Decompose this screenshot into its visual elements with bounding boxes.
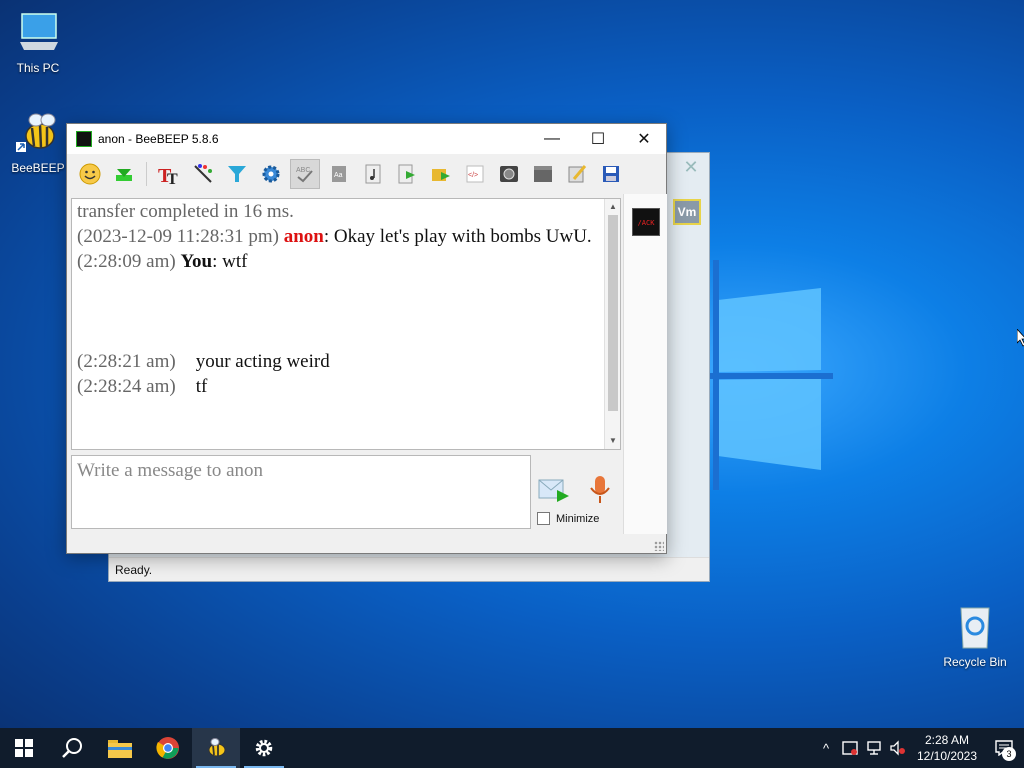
- sender-name: anon: [283, 226, 324, 247]
- dictionary-icon[interactable]: Aa: [324, 159, 354, 189]
- close-icon[interactable]: ✕: [679, 157, 703, 181]
- maximize-button[interactable]: ☐: [575, 124, 621, 154]
- message-text: : wtf: [212, 251, 248, 272]
- desktop-icon-recycle-bin[interactable]: Recycle Bin: [937, 602, 1013, 669]
- desktop-icon-this-pc[interactable]: This PC: [0, 8, 76, 75]
- taskbar: ^ 2:28 AM 12/10/2023 3: [0, 728, 1024, 768]
- svg-text:T: T: [167, 171, 178, 186]
- filter-icon[interactable]: [222, 159, 252, 189]
- mouse-cursor-icon: [1017, 329, 1024, 347]
- share-file-icon[interactable]: [392, 159, 422, 189]
- clock-time: 2:28 AM: [924, 733, 970, 747]
- message-input[interactable]: Write a message to anon: [71, 455, 531, 529]
- sender-name: You: [180, 251, 213, 272]
- svg-text:Aa: Aa: [334, 172, 343, 179]
- gear-icon: [255, 739, 273, 757]
- app-icon: [76, 131, 92, 147]
- chat-content: transfer completed in 16 ms. (2023-12-09…: [72, 199, 620, 399]
- close-button[interactable]: ✕: [621, 124, 667, 154]
- chevron-up-icon[interactable]: ^: [814, 728, 838, 768]
- chat-scrollbar[interactable]: ▲ ▼: [604, 199, 620, 449]
- notification-count-badge: 3: [1002, 747, 1016, 761]
- scroll-up-icon[interactable]: ▲: [605, 199, 620, 215]
- system-message: transfer completed in 16 ms.: [77, 201, 294, 222]
- search-button[interactable]: [48, 728, 96, 768]
- desktop-icon-label: Recycle Bin: [943, 655, 1007, 669]
- timestamp: (2:28:09 am): [77, 251, 176, 272]
- save-chat-icon[interactable]: [596, 159, 626, 189]
- windows-start-icon: [15, 739, 33, 757]
- chat-window[interactable]: anon - BeeBEEP 5.8.6 — ☐ ✕ TT ABC Aa </>…: [66, 123, 667, 554]
- vm-badge[interactable]: Vm: [673, 199, 701, 225]
- network-icon[interactable]: [862, 728, 886, 768]
- chat-history[interactable]: transfer completed in 16 ms. (2023-12-09…: [71, 198, 621, 450]
- taskbar-chrome[interactable]: [144, 728, 192, 768]
- taskbar-file-explorer[interactable]: [96, 728, 144, 768]
- chat-spacer: [77, 274, 610, 349]
- taskbar-clock[interactable]: 2:28 AM 12/10/2023: [910, 732, 984, 764]
- search-icon: [62, 738, 82, 758]
- desktop-icon-label: BeeBEEP: [11, 161, 65, 175]
- message-text: tf: [195, 376, 208, 397]
- security-icon[interactable]: [838, 728, 862, 768]
- taskbar-settings[interactable]: [240, 728, 288, 768]
- board-icon[interactable]: [528, 159, 558, 189]
- chat-line: (2023-12-09 11:28:31 pm) anon: Okay let'…: [77, 224, 610, 249]
- send-folder-icon[interactable]: [426, 159, 456, 189]
- bee-icon: [16, 113, 56, 152]
- sound-icon[interactable]: [358, 159, 388, 189]
- svg-text:ABC: ABC: [296, 167, 310, 174]
- minimize-label: Minimize: [556, 512, 600, 525]
- timestamp: (2:28:21 am): [77, 351, 176, 372]
- resize-grip[interactable]: [654, 541, 664, 551]
- screenshot-icon[interactable]: [494, 159, 524, 189]
- chat-line: (2:28:09 am) You: wtf: [77, 249, 610, 274]
- action-center-button[interactable]: 3: [984, 728, 1024, 768]
- desktop-icon-beebeep[interactable]: BeeBEEP: [0, 108, 76, 175]
- chrome-icon: [156, 737, 179, 759]
- font-color-icon[interactable]: [188, 159, 218, 189]
- svg-text:</>: </>: [468, 172, 478, 179]
- title-bar[interactable]: anon - BeeBEEP 5.8.6 — ☐ ✕: [67, 124, 666, 154]
- scroll-thumb[interactable]: [608, 215, 618, 411]
- desktop-icon-label: This PC: [16, 61, 60, 75]
- start-button[interactable]: [0, 728, 48, 768]
- font-icon[interactable]: TT: [154, 159, 184, 189]
- volume-muted-icon[interactable]: [886, 728, 910, 768]
- avatar[interactable]: /ACK: [632, 208, 660, 236]
- minimize-button[interactable]: —: [529, 124, 575, 154]
- minimize-checkbox[interactable]: Minimize: [537, 512, 599, 525]
- voice-message-button[interactable]: [587, 474, 613, 506]
- taskbar-beebeep[interactable]: [192, 728, 240, 768]
- windows-logo-wallpaper: [708, 260, 833, 490]
- system-tray: ^ 2:28 AM 12/10/2023 3: [814, 728, 1024, 768]
- timestamp: (2023-12-09 11:28:31 pm): [77, 226, 279, 247]
- chat-line: (2:28:21 am) your acting weird: [77, 349, 610, 374]
- scroll-down-icon[interactable]: ▼: [605, 433, 620, 449]
- send-file-icon[interactable]: [109, 159, 139, 189]
- emoticons-icon[interactable]: [75, 159, 105, 189]
- this-pc-icon: [20, 13, 58, 50]
- html-code-icon[interactable]: </>: [460, 159, 490, 189]
- recycle-bin-icon: [960, 607, 990, 649]
- clock-date: 12/10/2023: [916, 749, 978, 763]
- chat-line: (2:28:24 am) tf: [77, 374, 610, 399]
- message-text: your acting weird: [195, 351, 330, 372]
- edit-icon[interactable]: [562, 159, 592, 189]
- message-text: : Okay let's play with bombs UwU.: [323, 226, 592, 247]
- settings-icon[interactable]: [256, 159, 286, 189]
- bee-icon: [208, 738, 226, 757]
- send-message-button[interactable]: [537, 474, 571, 506]
- timestamp: (2:28:24 am): [77, 376, 176, 397]
- chat-toolbar: TT ABC Aa </>: [67, 154, 666, 194]
- spellcheck-icon[interactable]: ABC: [290, 159, 320, 189]
- users-side-panel: /ACK: [623, 194, 667, 534]
- toolbar-separator: [146, 162, 147, 186]
- chat-line: transfer completed in 16 ms.: [77, 199, 610, 224]
- window-title: anon - BeeBEEP 5.8.6: [98, 132, 219, 146]
- folder-icon: [108, 740, 132, 758]
- status-bar: Ready.: [109, 557, 709, 581]
- checkbox-box[interactable]: [537, 512, 550, 525]
